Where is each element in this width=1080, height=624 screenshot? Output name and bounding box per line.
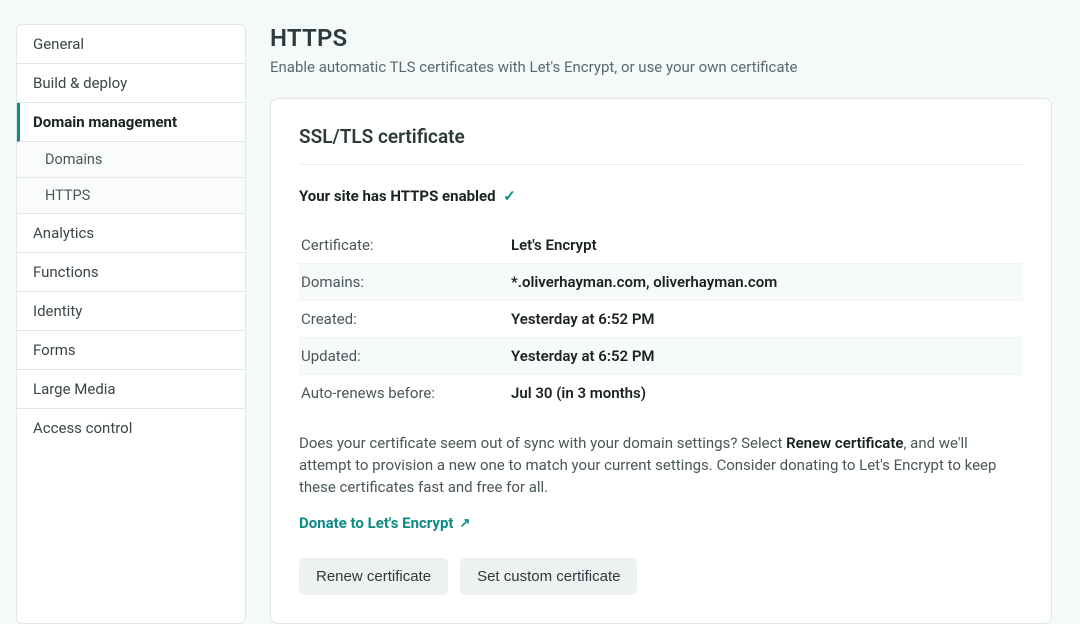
donate-link[interactable]: Donate to Let's Encrypt ↗	[299, 514, 470, 532]
cert-value-certificate: Let's Encrypt	[509, 227, 1023, 264]
sidebar-item-domain-management[interactable]: Domain management	[17, 103, 245, 142]
sidebar-item-general[interactable]: General	[17, 25, 245, 64]
sidebar-item-identity[interactable]: Identity	[17, 292, 245, 331]
card-title: SSL/TLS certificate	[299, 125, 1023, 165]
sidebar-item-access-control[interactable]: Access control	[17, 409, 245, 447]
cert-label-updated: Updated:	[299, 338, 509, 375]
sidebar-subitem-domains[interactable]: Domains	[17, 142, 245, 178]
cert-value-updated: Yesterday at 6:52 PM	[509, 338, 1023, 375]
page-title: HTTPS	[270, 24, 1052, 52]
cert-label-certificate: Certificate:	[299, 227, 509, 264]
cert-value-domains: *.oliverhayman.com, oliverhayman.com	[509, 264, 1023, 301]
main-content: HTTPS Enable automatic TLS certificates …	[270, 24, 1052, 624]
cert-value-renews: Jul 30 (in 3 months)	[509, 375, 1023, 412]
cert-label-created: Created:	[299, 301, 509, 338]
settings-sidebar: General Build & deploy Domain management…	[16, 24, 246, 624]
certificate-details-table: Certificate: Let's Encrypt Domains: *.ol…	[299, 227, 1023, 411]
table-row: Domains: *.oliverhayman.com, oliverhayma…	[299, 264, 1023, 301]
cert-label-renews: Auto-renews before:	[299, 375, 509, 412]
sidebar-item-forms[interactable]: Forms	[17, 331, 245, 370]
table-row: Updated: Yesterday at 6:52 PM	[299, 338, 1023, 375]
page-subtitle: Enable automatic TLS certificates with L…	[270, 58, 1052, 76]
renew-info-text: Does your certificate seem out of sync w…	[299, 433, 1023, 498]
button-row: Renew certificate Set custom certificate	[299, 558, 1023, 595]
info-text-before: Does your certificate seem out of sync w…	[299, 434, 786, 452]
set-custom-certificate-button[interactable]: Set custom certificate	[460, 558, 637, 595]
donate-link-label: Donate to Let's Encrypt	[299, 514, 453, 532]
ssl-tls-card: SSL/TLS certificate Your site has HTTPS …	[270, 98, 1052, 624]
table-row: Auto-renews before: Jul 30 (in 3 months)	[299, 375, 1023, 412]
sidebar-item-large-media[interactable]: Large Media	[17, 370, 245, 409]
sidebar-subitem-https[interactable]: HTTPS	[17, 178, 245, 214]
cert-value-created: Yesterday at 6:52 PM	[509, 301, 1023, 338]
sidebar-item-functions[interactable]: Functions	[17, 253, 245, 292]
cert-label-domains: Domains:	[299, 264, 509, 301]
external-link-icon: ↗	[459, 516, 470, 531]
sidebar-item-analytics[interactable]: Analytics	[17, 214, 245, 253]
renew-certificate-button[interactable]: Renew certificate	[299, 558, 448, 595]
table-row: Created: Yesterday at 6:52 PM	[299, 301, 1023, 338]
check-icon: ✓	[503, 187, 516, 205]
info-text-strong: Renew certificate	[786, 434, 903, 452]
https-status: Your site has HTTPS enabled ✓	[299, 187, 1023, 205]
sidebar-item-build-deploy[interactable]: Build & deploy	[17, 64, 245, 103]
https-status-text: Your site has HTTPS enabled	[299, 187, 496, 205]
table-row: Certificate: Let's Encrypt	[299, 227, 1023, 264]
